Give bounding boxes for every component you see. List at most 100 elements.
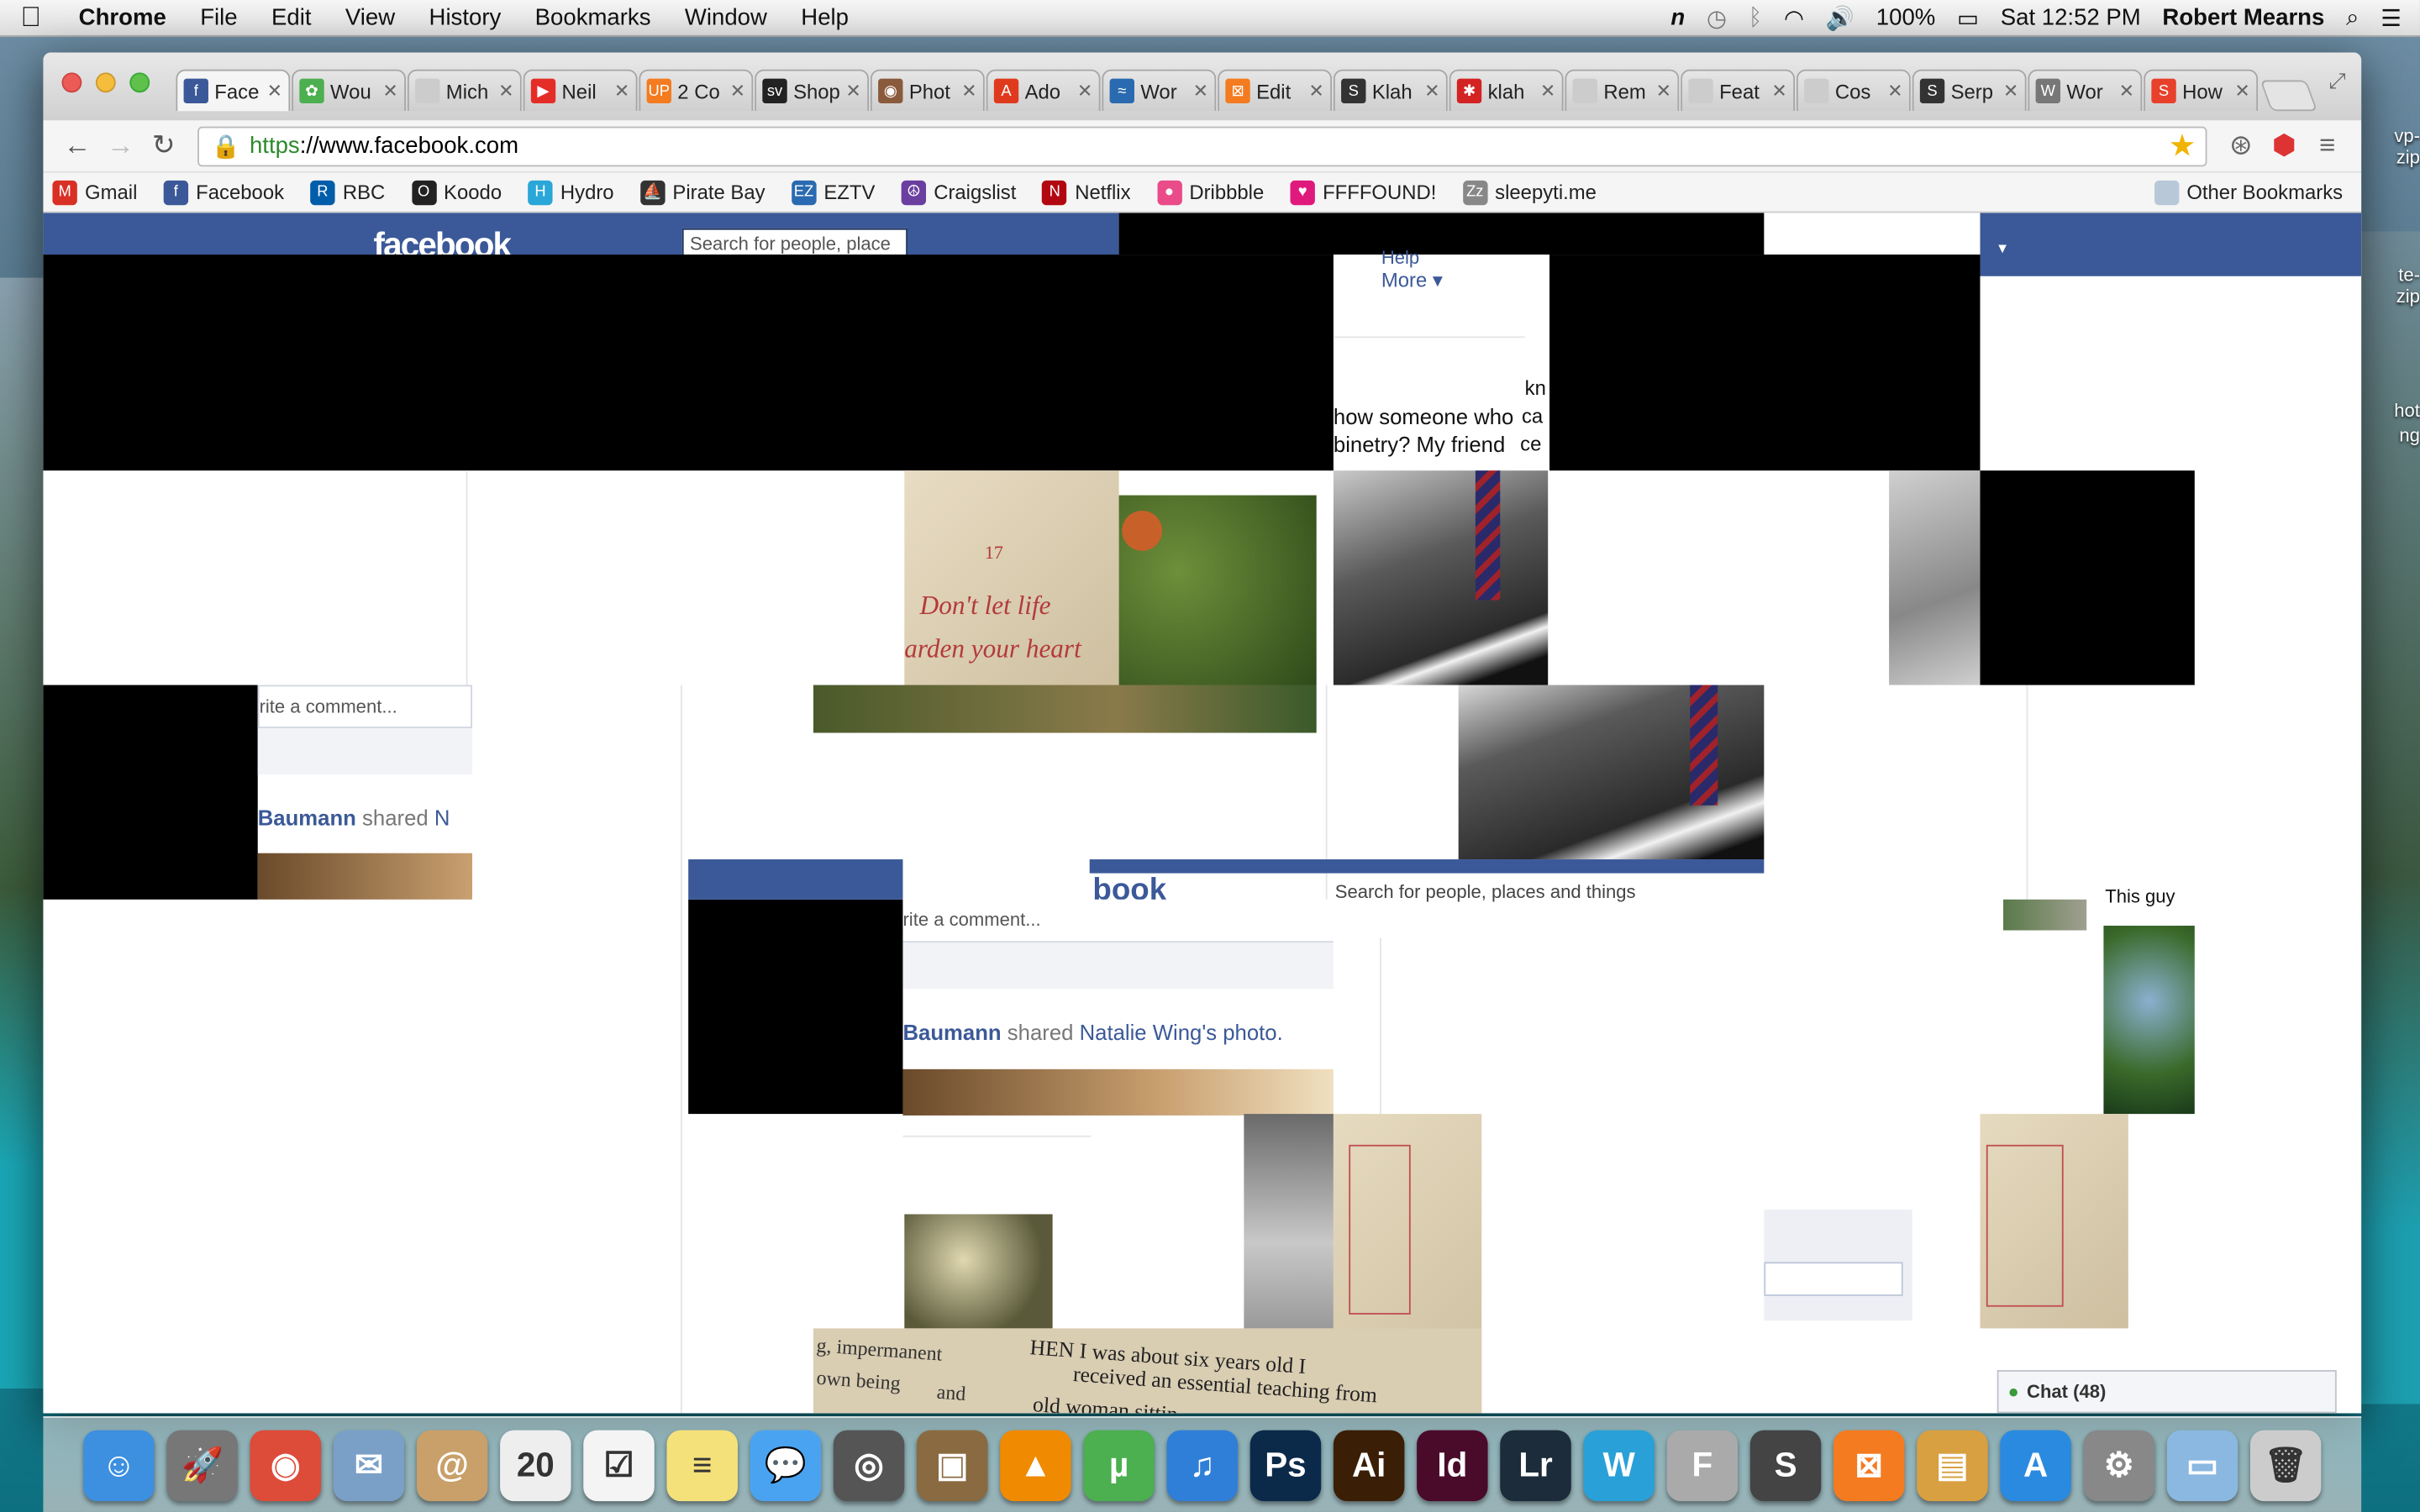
search-input[interactable]: Search for people, places and things (1335, 881, 1636, 903)
notification-center-icon[interactable]: ☰ (2381, 4, 2402, 31)
help-link[interactable]: Help (1381, 247, 1419, 269)
battery-icon[interactable]: ▭ (1957, 4, 1979, 31)
time-machine-icon[interactable]: ◷ (1707, 4, 1727, 31)
contacts-icon[interactable]: @ (416, 1429, 488, 1501)
bookmark-item[interactable]: O Koodo (411, 179, 502, 205)
close-tab-icon[interactable]: ✕ (1656, 81, 1671, 102)
indesign-icon[interactable]: Id (1417, 1429, 1488, 1501)
comment-input[interactable]: rite a comment... (257, 685, 473, 728)
close-tab-icon[interactable]: ✕ (267, 81, 282, 102)
shared-object-link[interactable]: Natalie Wing's photo. (1080, 1020, 1283, 1044)
photo-strip[interactable] (813, 685, 1317, 733)
sublime-icon[interactable]: S (1749, 1429, 1822, 1501)
browser-tab[interactable]: ⊠ Edit ✕ (1218, 69, 1333, 112)
browser-tab[interactable]: ▶ Neil ✕ (523, 69, 638, 112)
close-tab-icon[interactable]: ✕ (1077, 81, 1092, 102)
itunes-icon[interactable]: ♫ (1166, 1429, 1239, 1501)
back-button[interactable]: ← (55, 129, 98, 162)
trash-icon[interactable]: 🗑 (2249, 1429, 2322, 1501)
desktop-file-label[interactable]: zip (2396, 148, 2420, 166)
menu-bookmarks[interactable]: Bookmarks (518, 5, 667, 31)
shared-object-link[interactable]: N (434, 806, 450, 830)
browser-tab[interactable]: Rem ✕ (1565, 69, 1680, 112)
clock[interactable]: Sat 12:52 PM (2001, 5, 2141, 31)
reminders-icon[interactable]: ☑ (583, 1429, 655, 1501)
transmit-icon[interactable]: ▤ (1917, 1429, 1988, 1501)
fullscreen-icon[interactable]: ⤢ (2328, 68, 2346, 94)
bookmark-item[interactable]: M Gmail (52, 179, 137, 205)
appstore-icon[interactable]: A (2000, 1429, 2071, 1501)
notes-icon[interactable]: ≡ (666, 1429, 738, 1501)
new-tab-button[interactable] (2260, 80, 2318, 112)
browser-tab[interactable]: UP 2 Co ✕ (639, 69, 754, 112)
desktop-file-label[interactable]: zip (2396, 287, 2420, 306)
close-tab-icon[interactable]: ✕ (1887, 81, 1902, 102)
menu-app-name[interactable]: Chrome (61, 5, 183, 31)
facetime-icon[interactable]: ◎ (833, 1429, 905, 1501)
adblock-icon[interactable]: ⬢ (2263, 128, 2306, 165)
chat-bar[interactable]: ● Chat (48) (1996, 1369, 2337, 1414)
bookmark-item[interactable]: ♥ FFFFOUND! (1290, 179, 1436, 205)
bookmark-item[interactable]: f Facebook (163, 179, 284, 205)
lightroom-icon[interactable]: Lr (1500, 1429, 1571, 1501)
author-link[interactable]: Baumann (902, 1020, 1001, 1044)
lights-photo[interactable] (904, 1214, 1053, 1329)
browser-tab[interactable]: Feat ✕ (1681, 69, 1796, 112)
folder-icon[interactable]: ▭ (2166, 1429, 2238, 1501)
browser-tab[interactable]: Mich ✕ (407, 69, 522, 112)
book-photo[interactable]: 17 Don't let life arden your heart (904, 470, 1119, 685)
extension-icon[interactable]: ⊛ (2219, 128, 2262, 165)
zoom-window-button[interactable] (129, 72, 150, 93)
close-tab-icon[interactable]: ✕ (1308, 81, 1323, 102)
browser-tab[interactable]: ≈ Wor ✕ (1102, 69, 1217, 112)
close-window-button[interactable] (61, 72, 82, 93)
desktop-file-label[interactable]: ng (2399, 426, 2420, 444)
browser-tab[interactable]: ◉ Phot ✕ (870, 69, 985, 112)
desktop-file-label[interactable]: te- (2398, 265, 2420, 284)
browser-tab[interactable]: W Wor ✕ (2028, 69, 2143, 112)
close-tab-icon[interactable]: ✕ (1771, 81, 1786, 102)
menu-window[interactable]: Window (668, 5, 784, 31)
photo-fragment[interactable] (1244, 1114, 1334, 1329)
close-tab-icon[interactable]: ✕ (498, 81, 513, 102)
volume-icon[interactable]: 🔊 (1826, 4, 1854, 31)
bookmark-star-icon[interactable]: ★ (2169, 127, 2206, 165)
browser-tab[interactable]: S Klah ✕ (1333, 69, 1448, 112)
pumpkin-photo[interactable] (1118, 495, 1317, 685)
account-dropdown-icon[interactable]: ▼ (1996, 241, 2009, 256)
browser-tab[interactable]: A Ado ✕ (986, 69, 1101, 112)
close-tab-icon[interactable]: ✕ (845, 81, 860, 102)
chrome-menu-icon[interactable]: ≡ (2306, 128, 2349, 165)
bookmark-item[interactable]: ● Dribbble (1156, 179, 1264, 205)
browser-tab[interactable]: S How ✕ (2144, 69, 2259, 112)
user-name[interactable]: Robert Mearns (2162, 5, 2324, 31)
menu-help[interactable]: Help (784, 5, 865, 31)
mail-icon[interactable]: ✉ (333, 1429, 405, 1501)
close-tab-icon[interactable]: ✕ (1540, 81, 1555, 102)
menu-history[interactable]: History (412, 5, 518, 31)
illustrator-icon[interactable]: Ai (1333, 1429, 1405, 1501)
book-text-photo[interactable]: g, impermanent own being and HEN I was a… (813, 1328, 1482, 1414)
menu-file[interactable]: File (183, 5, 255, 31)
browser-tab[interactable]: ✱ klah ✕ (1449, 69, 1564, 112)
tree-photo[interactable] (2103, 926, 2195, 1115)
forward-button[interactable]: → (99, 129, 142, 162)
messages-icon[interactable]: 💬 (750, 1429, 822, 1501)
fontbook-icon[interactable]: F (1666, 1429, 1739, 1501)
bluetooth-icon[interactable]: ᛒ (1749, 5, 1763, 31)
bookmark-item[interactable]: H Hydro (528, 179, 614, 205)
shared-photo-thumb[interactable] (257, 853, 473, 900)
comment-input[interactable]: rite a comment... (902, 899, 1334, 943)
shared-photo-thumb[interactable] (902, 1068, 1334, 1116)
bookmark-item[interactable]: EZ EZTV (791, 179, 875, 205)
browser-tab[interactable]: ✿ Wou ✕ (292, 69, 407, 112)
iphoto-icon[interactable]: ▣ (916, 1429, 988, 1501)
bookmark-item[interactable]: ☮ Craigslist (901, 179, 1016, 205)
reload-button[interactable]: ↻ (142, 129, 185, 162)
photoshop-icon[interactable]: Ps (1249, 1429, 1322, 1501)
spotlight-icon[interactable]: ⌕ (2346, 5, 2359, 31)
book-photo[interactable] (1980, 1114, 2128, 1329)
close-tab-icon[interactable]: ✕ (614, 81, 629, 102)
minimize-window-button[interactable] (95, 72, 116, 93)
close-tab-icon[interactable]: ✕ (730, 81, 745, 102)
